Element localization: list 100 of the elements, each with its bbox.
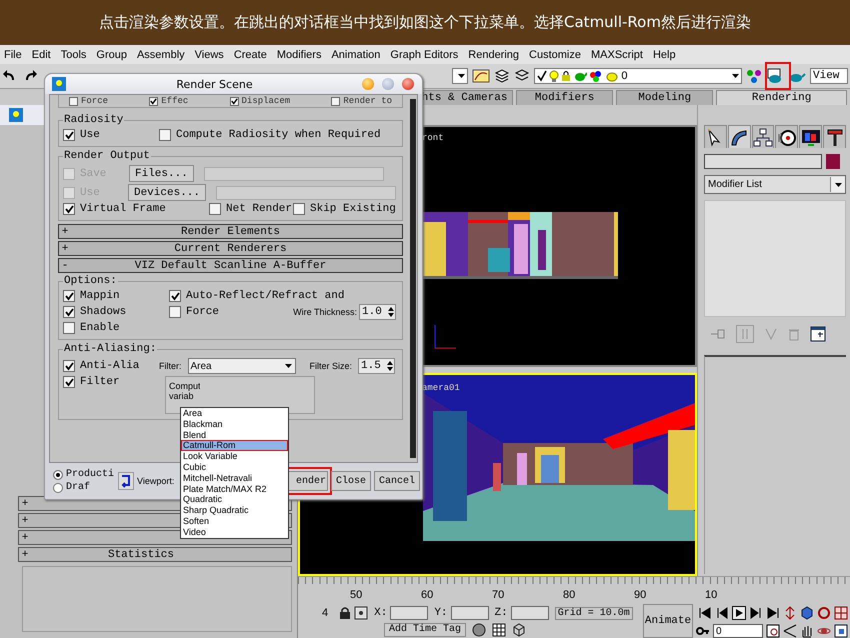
checkbox[interactable]: Enable	[63, 322, 163, 334]
render-scene-icon[interactable]	[766, 68, 784, 84]
checkbox[interactable]: Effec	[149, 96, 188, 106]
wheel-icon[interactable]	[776, 128, 797, 146]
checkbox[interactable]: Mappin	[63, 290, 163, 302]
tab[interactable]: Modifiers	[516, 90, 614, 105]
menu-item[interactable]: Modifiers	[276, 48, 322, 60]
menu-item[interactable]: Edit	[32, 48, 51, 60]
dropdown-list[interactable]: Area Blackman Blend Catmull-Rom Look Variable Cubic Mitchell-Netravali Plate Match/MAX R2 Quadratic Sharp Quadratic Soften Video	[180, 407, 289, 539]
checkbox[interactable]: Force	[69, 96, 108, 106]
menu-item[interactable]: Customize	[529, 48, 581, 60]
dropdown-option[interactable]: Soften	[181, 516, 288, 527]
previous-frame-icon[interactable]	[715, 606, 729, 620]
lock-icon[interactable]	[339, 606, 352, 620]
object-name-field[interactable]	[704, 154, 822, 169]
schematic-icon[interactable]	[746, 68, 762, 84]
radio-button[interactable]: Producti	[53, 469, 115, 480]
checkbox[interactable]: Filter	[63, 376, 153, 388]
view-field[interactable]: View	[810, 68, 848, 84]
coordinate-field[interactable]	[390, 606, 428, 620]
add-time-tag-button[interactable]: Add Time Tag	[384, 622, 466, 636]
filter-dropdown[interactable]: Area	[188, 358, 296, 374]
menu-item[interactable]: File	[4, 48, 22, 60]
dropdown-option[interactable]: Blackman	[181, 418, 288, 430]
menu-item[interactable]: MAXScript	[591, 48, 643, 60]
grid-icon[interactable]	[492, 622, 506, 636]
hierarchy-icon[interactable]	[753, 128, 774, 146]
rollout-bar[interactable]: - VIZ Default Scanline A-Buffer	[58, 258, 403, 273]
frame-field[interactable]: 0	[713, 624, 763, 638]
hammer-icon[interactable]	[824, 128, 845, 146]
checkbox[interactable]: Virtual Frame	[63, 203, 203, 215]
menu-item[interactable]: Animation	[331, 48, 380, 60]
tab[interactable]: Modeling	[616, 90, 714, 105]
checkbox[interactable]: Force	[169, 306, 220, 318]
color-dots-icon	[589, 70, 604, 82]
hexagon-icon[interactable]	[800, 606, 814, 620]
coordinate-field[interactable]	[510, 606, 549, 620]
scrollbar[interactable]	[410, 99, 416, 458]
go-to-end-icon[interactable]	[766, 606, 780, 620]
checkbox[interactable]: Displacem	[230, 96, 290, 106]
description-text: variab	[169, 391, 195, 401]
checkbox[interactable]: Anti-Alia	[63, 360, 153, 372]
menu-item[interactable]: Rendering	[468, 48, 520, 60]
dropdown-option[interactable]: Quadratic	[181, 494, 288, 506]
hand-pan-icon[interactable]	[800, 624, 814, 638]
rollout-bar[interactable]: + Statistics	[18, 547, 292, 562]
animate-button[interactable]: Animate	[643, 604, 693, 638]
window-title: Render Scene	[175, 78, 254, 90]
checkbox[interactable]: Shadows	[63, 306, 163, 318]
dropdown-option[interactable]: Catmull-Rom	[181, 440, 288, 452]
layer-dropdown[interactable]: 0	[534, 68, 742, 84]
button[interactable]: Cancel	[374, 471, 420, 491]
menu-item[interactable]: Assembly	[136, 48, 185, 60]
button[interactable]: Close	[330, 471, 371, 491]
rollout-bar[interactable]: + Render Elements	[58, 224, 403, 239]
light-bulb-icon	[549, 70, 560, 82]
snap-target-icon[interactable]	[354, 606, 368, 620]
curve-icon[interactable]	[729, 128, 750, 146]
menu-item[interactable]: Help	[652, 48, 676, 60]
menu-item[interactable]: Tools	[60, 48, 86, 60]
group-title: Anti-Aliasing:	[63, 343, 158, 355]
dropdown-option[interactable]: Blend	[181, 430, 288, 440]
radio-button[interactable]: Draf	[53, 482, 115, 493]
color-swatch[interactable]	[826, 154, 840, 169]
menu-item[interactable]: Group	[96, 48, 127, 60]
tab[interactable]: Rendering	[716, 90, 847, 105]
rollout-bar[interactable]: + Current Renderers	[58, 241, 403, 256]
next-frame-icon[interactable]	[749, 606, 763, 620]
menu-item[interactable]: Create	[234, 48, 267, 60]
checkbox[interactable]: Use	[63, 129, 103, 141]
axis-tripod-icon	[432, 323, 458, 351]
min-max-icon[interactable]	[834, 624, 848, 638]
cube-icon[interactable]	[512, 622, 526, 636]
coordinate-field[interactable]	[450, 606, 489, 620]
maximize-icon[interactable]	[834, 606, 848, 620]
camera-cone-icon[interactable]	[783, 624, 797, 638]
monitor-icon[interactable]	[800, 128, 821, 146]
dropdown-option[interactable]: Look Variable	[181, 451, 288, 462]
spinner-field[interactable]: 1.5	[358, 358, 396, 374]
dropdown-option[interactable]: Area	[181, 408, 288, 419]
checkbox[interactable]: Render to	[331, 96, 392, 106]
vertical-arrows-icon[interactable]	[783, 606, 797, 620]
sphere-icon[interactable]	[472, 622, 486, 636]
key-icon[interactable]	[696, 624, 710, 638]
curve-editor-icon[interactable]	[472, 68, 490, 84]
menu-item[interactable]: Graph Editors	[390, 48, 458, 60]
go-to-start-icon[interactable]	[698, 606, 712, 620]
configure-icon[interactable]	[810, 326, 826, 342]
time-config-icon[interactable]	[766, 624, 780, 638]
menu-item[interactable]: Views	[194, 48, 224, 60]
dropdown[interactable]	[452, 68, 468, 84]
close-button[interactable]	[402, 78, 414, 90]
spinner-field[interactable]: 1.0	[359, 304, 396, 320]
rotate-icon[interactable]	[817, 606, 831, 620]
play-icon[interactable]	[732, 606, 746, 620]
viewport-label: ront	[422, 133, 444, 143]
dropdown-option[interactable]: Cubic	[181, 462, 288, 473]
layers-icon[interactable]	[494, 68, 510, 84]
coordinate-label: X:	[374, 607, 388, 619]
modifier-list-dropdown[interactable]: Modifier List	[704, 175, 846, 194]
